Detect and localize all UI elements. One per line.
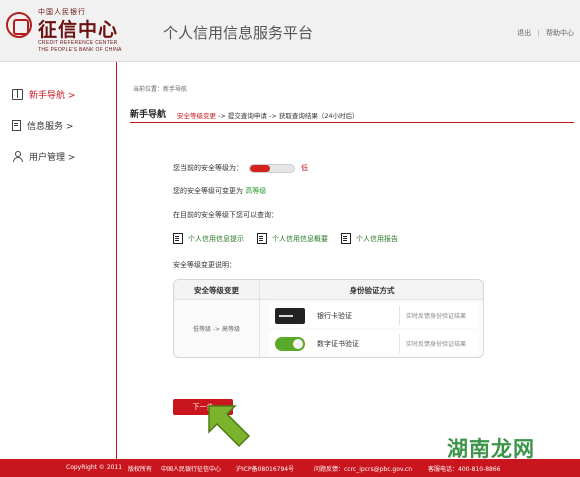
logout-link[interactable]: 退出 xyxy=(517,28,531,38)
verify-option-name: 银行卡验证 xyxy=(317,311,352,320)
upgrade-level-value: 高等级 xyxy=(245,187,267,195)
verify-option-digital-cert[interactable]: 数字证书验证 实时反馈身份验证结果 xyxy=(269,331,479,356)
sidebar-item-info-service[interactable]: 信息服务 > xyxy=(12,119,73,132)
upgrade-row: 您的安全等级可变更为 高等级 xyxy=(173,186,266,196)
verification-table: 安全等级变更 身份验证方式 低等级 -> 高等级 银行卡验证 实时反馈身份验证结… xyxy=(173,279,484,358)
document-icon xyxy=(173,233,183,244)
security-level-bar xyxy=(249,163,295,173)
book-icon xyxy=(12,89,23,100)
sidebar: 新手导航 > 信息服务 > 用户管理 > xyxy=(0,62,117,459)
logo-title: 征信中心 xyxy=(38,19,119,41)
help-center-link[interactable]: 帮助中心 xyxy=(546,28,574,38)
current-step: 安全等级变更 xyxy=(177,112,216,120)
user-icon xyxy=(12,151,23,162)
security-level-fill xyxy=(250,164,270,172)
current-level-label: 您当前的安全等级为： xyxy=(173,164,243,172)
sidebar-item-label: 新手导航 > xyxy=(29,91,76,101)
row-separator xyxy=(399,334,400,353)
query-options: 个人信用信息提示 个人信用信息概要 个人信用报告 xyxy=(173,233,411,244)
verify-option-bank-card[interactable]: 银行卡验证 实时反馈身份验证结果 xyxy=(269,303,479,328)
row-separator xyxy=(399,306,400,325)
breadcrumb: 当前位置：新手导航 xyxy=(133,86,188,93)
bank-card-icon xyxy=(275,307,305,324)
footer-hotline: 客服电话：400-810-8866 xyxy=(428,466,501,473)
table-divider xyxy=(259,280,260,357)
footer: CopyRight © 2011 版权所有 中国人民银行征信中心 沪ICP备08… xyxy=(0,459,580,477)
change-desc-label: 安全等级变更说明： xyxy=(173,261,236,269)
section-title: 新手导航 xyxy=(130,110,167,120)
logo-en-line2: THE PEOPLE'S BANK OF CHINA xyxy=(38,47,122,53)
level-change-value: 低等级 -> 高等级 xyxy=(192,326,240,333)
verify-option-desc: 实时反馈身份验证结果 xyxy=(406,341,467,348)
verify-option-name: 数字证书验证 xyxy=(317,339,359,348)
query-item-credit-tips[interactable]: 个人信用信息提示 xyxy=(173,233,244,244)
query-item-label: 个人信用信息提示 xyxy=(188,234,244,243)
header: 中国人民银行 征信中心 CREDIT REFERENCE CENTER THE … xyxy=(0,0,580,62)
current-level-value: 低 xyxy=(301,164,308,172)
current-level-row: 您当前的安全等级为： 低 xyxy=(173,163,308,173)
table-header: 安全等级变更 身份验证方式 xyxy=(174,280,483,300)
link-separator: | xyxy=(537,29,540,37)
query-intro: 在目前的安全等级下您可以查询： xyxy=(173,211,278,219)
pointer-arrow-icon xyxy=(208,405,251,448)
footer-rights: 版权所有 xyxy=(128,466,153,473)
document-icon xyxy=(12,120,21,131)
query-item-credit-summary[interactable]: 个人信用信息概要 xyxy=(257,233,328,244)
sidebar-item-label: 用户管理 > xyxy=(29,153,76,163)
footer-feedback[interactable]: 问题反馈：ccrc_ipcrs@pbc.gov.cn xyxy=(314,464,412,473)
query-item-label: 个人信用报告 xyxy=(356,234,398,243)
remaining-steps: -> 提交查询申请 -> 获取查询结果（24小时后） xyxy=(216,112,359,120)
platform-title: 个人信用信息服务平台 xyxy=(163,24,314,42)
col-level-change-header: 安全等级变更 xyxy=(194,286,239,295)
footer-icp: 沪ICP备08016794号 xyxy=(236,466,295,473)
footer-copyright: CopyRight © 2011 xyxy=(66,464,123,471)
section-header: 新手导航 安全等级变更 -> 提交查询申请 -> 获取查询结果（24小时后） xyxy=(130,107,574,123)
sidebar-item-newbie-guide[interactable]: 新手导航 > xyxy=(12,88,75,101)
report-icon xyxy=(257,233,267,244)
upgrade-label: 您的安全等级可变更为 xyxy=(173,187,243,195)
book-icon xyxy=(341,233,351,244)
sidebar-item-user-management[interactable]: 用户管理 > xyxy=(12,150,75,163)
col-verify-method-header: 身份验证方式 xyxy=(349,286,395,295)
footer-org: 中国人民银行征信中心 xyxy=(161,466,222,473)
query-item-credit-report[interactable]: 个人信用报告 xyxy=(341,233,398,244)
certificate-icon xyxy=(275,336,305,351)
step-indicator: 安全等级变更 -> 提交查询申请 -> 获取查询结果（24小时后） xyxy=(177,110,359,120)
verify-option-desc: 实时反馈身份验证结果 xyxy=(406,313,467,320)
logo-en-line1: CREDIT REFERENCE CENTER xyxy=(38,40,118,46)
sidebar-item-label: 信息服务 > xyxy=(27,122,74,132)
query-item-label: 个人信用信息概要 xyxy=(272,234,328,243)
top-links: 退出 | 帮助中心 xyxy=(517,28,574,38)
page: 中国人民银行 征信中心 CREDIT REFERENCE CENTER THE … xyxy=(0,0,580,477)
logo-icon xyxy=(6,12,32,38)
